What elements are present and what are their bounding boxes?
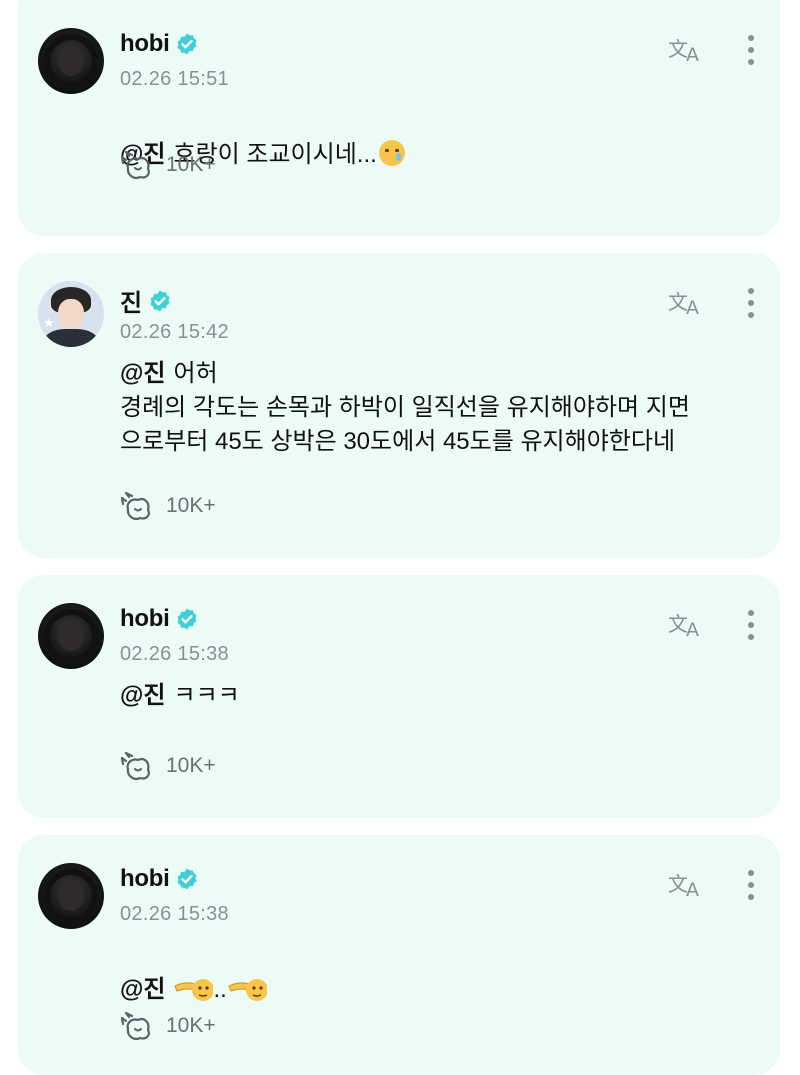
reaction-count: 10K+ [166, 1014, 216, 1037]
author-label: 진 [120, 290, 142, 317]
reaction-button[interactable]: 10K+ [120, 491, 216, 521]
translate-icon[interactable] [668, 34, 706, 64]
saluting-face-emoji [227, 976, 267, 1002]
reaction-count: 10K+ [166, 494, 216, 517]
more-options-icon[interactable] [746, 287, 756, 319]
post-timestamp: 02.26 15:38 [120, 903, 229, 925]
author-label: hobi [120, 865, 170, 892]
post-card[interactable]: ★ 진 02.26 15:42 @진 어허 경례의 각도는 손목과 하박이 일직선… [18, 253, 780, 558]
translate-icon[interactable] [668, 869, 706, 899]
crying-face-emoji [378, 140, 405, 166]
author-label: hobi [120, 605, 170, 632]
avatar[interactable] [38, 603, 104, 669]
reaction-count: 10K+ [166, 754, 216, 777]
more-options-icon[interactable] [746, 609, 756, 641]
reaction-icon [120, 150, 154, 180]
reaction-icon [120, 751, 154, 781]
post-card[interactable]: hobi 02.26 15:38 @진.. 10K+ [18, 835, 780, 1075]
post-timestamp: 02.26 15:51 [120, 68, 229, 90]
post-timestamp: 02.26 15:42 [120, 321, 229, 343]
reaction-icon [120, 491, 154, 521]
post-text: @진.. [120, 939, 750, 1007]
verified-badge-icon [148, 289, 172, 313]
reaction-button[interactable]: 10K+ [120, 1011, 216, 1041]
post-card[interactable]: hobi 02.26 15:38 @진 ㅋㅋㅋ 10K+ [18, 575, 780, 818]
verified-badge-icon [175, 32, 199, 56]
more-options-icon[interactable] [746, 34, 756, 66]
post-card[interactable]: hobi 02.26 15:51 @진 호랑이 조교이시네... 10K+ [18, 0, 780, 236]
saluting-face-emoji [173, 976, 213, 1002]
author-name[interactable]: 진 [120, 283, 172, 318]
avatar[interactable]: ★ [38, 281, 104, 347]
avatar[interactable] [38, 28, 104, 94]
translate-icon[interactable] [668, 287, 706, 317]
author-name[interactable]: hobi [120, 865, 199, 893]
reaction-button[interactable]: 10K+ [120, 751, 216, 781]
avatar[interactable] [38, 863, 104, 929]
reaction-count: 10K+ [166, 153, 216, 176]
reaction-icon [120, 1011, 154, 1041]
author-label: hobi [120, 30, 170, 57]
more-options-icon[interactable] [746, 869, 756, 901]
post-timestamp: 02.26 15:38 [120, 643, 229, 665]
translate-icon[interactable] [668, 609, 706, 639]
reaction-button[interactable]: 10K+ [120, 150, 216, 180]
mention-link[interactable]: @진 [120, 976, 165, 1003]
mention-link[interactable]: @진 [120, 682, 165, 709]
author-name[interactable]: hobi [120, 605, 199, 633]
post-text: @진 ㅋㅋㅋ [120, 682, 240, 709]
verified-badge-icon [175, 867, 199, 891]
author-name[interactable]: hobi [120, 30, 199, 58]
verified-badge-icon [175, 607, 199, 631]
mention-link[interactable]: @진 [120, 360, 165, 387]
post-text: @진 어허 경례의 각도는 손목과 하박이 일직선을 유지해야하며 지면 으로부터… [120, 360, 690, 455]
